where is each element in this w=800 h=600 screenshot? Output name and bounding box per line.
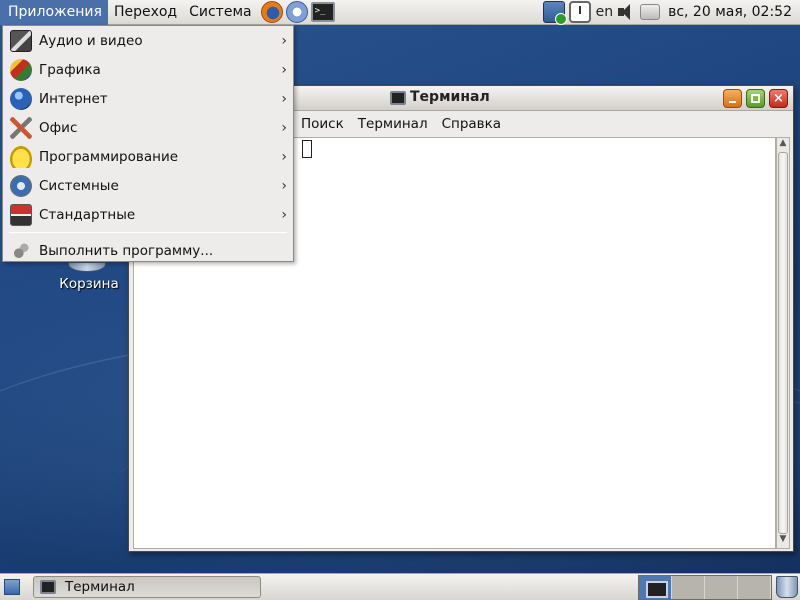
vertical-scrollbar[interactable]: ▲ ▼ xyxy=(776,137,790,549)
menu-item-internet[interactable]: Интернет › xyxy=(3,84,293,113)
menu-item-label: Аудио и видео xyxy=(39,32,143,49)
system-tray: en вс, 20 мая, 02:52 xyxy=(541,0,800,25)
menu-search[interactable]: Поиск xyxy=(294,116,351,132)
firefox-icon[interactable] xyxy=(260,1,283,23)
office-tools-icon xyxy=(10,116,32,139)
system-menu[interactable]: Система xyxy=(183,0,257,25)
top-panel: Приложения Переход Система >_ en вс, 20 … xyxy=(0,0,800,25)
menu-item-label: Графика xyxy=(39,61,101,78)
chevron-right-icon: › xyxy=(281,119,287,136)
keyboard-layout-indicator[interactable]: en xyxy=(593,0,617,25)
chevron-right-icon: › xyxy=(281,148,287,165)
menu-item-run-program[interactable]: Выполнить программу... xyxy=(3,236,293,265)
menu-item-label: Выполнить программу... xyxy=(39,242,214,259)
menu-item-label: Системные xyxy=(39,177,119,194)
bottom-panel: Терминал xyxy=(0,573,800,600)
menu-item-label: Интернет xyxy=(39,90,108,107)
show-desktop-icon[interactable] xyxy=(4,579,20,595)
chevron-right-icon: › xyxy=(281,90,287,107)
system-gear-icon xyxy=(10,174,32,197)
window-title: Терминал xyxy=(410,89,490,105)
menu-item-accessories[interactable]: Стандартные › xyxy=(3,200,293,229)
workspace-3[interactable] xyxy=(705,576,738,599)
scroll-up-arrow-icon[interactable]: ▲ xyxy=(777,138,789,152)
close-button[interactable]: × xyxy=(769,89,788,108)
menu-item-label: Стандартные xyxy=(39,206,136,223)
menu-item-programming[interactable]: Программирование › xyxy=(3,142,293,171)
text-cursor xyxy=(302,140,312,158)
terminal-icon xyxy=(390,91,406,105)
applications-menu[interactable]: Приложения xyxy=(0,0,108,25)
trash-icon[interactable] xyxy=(776,576,798,598)
workspace-2[interactable] xyxy=(672,576,705,599)
menu-separator xyxy=(9,232,287,233)
menu-item-graphics[interactable]: Графика › xyxy=(3,55,293,84)
globe-icon xyxy=(10,87,32,110)
desktop-trash[interactable]: Корзина xyxy=(50,262,128,302)
palette-icon xyxy=(10,58,32,81)
workspace-1[interactable] xyxy=(639,576,672,599)
chevron-right-icon: › xyxy=(281,32,287,49)
film-icon xyxy=(10,29,32,52)
clock-app-icon[interactable] xyxy=(568,1,591,23)
maximize-button[interactable] xyxy=(746,89,765,108)
chevron-right-icon: › xyxy=(281,177,287,194)
menu-item-system[interactable]: Системные › xyxy=(3,171,293,200)
menu-terminal[interactable]: Терминал xyxy=(351,116,435,132)
menu-item-label: Офис xyxy=(39,119,78,136)
desktop-trash-label: Корзина xyxy=(59,276,119,292)
minimize-button[interactable] xyxy=(723,89,742,108)
menu-item-office[interactable]: Офис › xyxy=(3,113,293,142)
terminal-icon xyxy=(40,580,56,594)
taskbar-button-terminal[interactable]: Терминал xyxy=(33,576,261,598)
printer-icon[interactable] xyxy=(640,4,661,20)
menu-help[interactable]: Справка xyxy=(435,116,508,132)
calculator-icon xyxy=(10,203,32,226)
workspace-switcher xyxy=(638,575,772,600)
taskbar-button-label: Терминал xyxy=(65,579,135,595)
volume-icon[interactable] xyxy=(616,1,638,23)
menu-item-label: Программирование xyxy=(39,148,179,165)
network-icon[interactable] xyxy=(542,1,567,25)
chevron-right-icon: › xyxy=(281,206,287,223)
hardhat-icon xyxy=(10,145,32,168)
scrollbar-thumb[interactable] xyxy=(778,152,788,534)
scroll-down-arrow-icon[interactable]: ▼ xyxy=(777,534,789,548)
menu-item-audio-video[interactable]: Аудио и видео › xyxy=(3,26,293,55)
mail-icon[interactable] xyxy=(285,1,308,23)
panel-clock[interactable]: вс, 20 мая, 02:52 xyxy=(662,0,800,25)
chevron-right-icon: › xyxy=(281,61,287,78)
terminal-icon[interactable]: >_ xyxy=(310,2,335,22)
run-icon xyxy=(10,239,32,262)
workspace-4[interactable] xyxy=(738,576,771,599)
places-menu[interactable]: Переход xyxy=(108,0,183,25)
applications-dropdown: Аудио и видео › Графика › Интернет › Офи… xyxy=(2,25,294,262)
